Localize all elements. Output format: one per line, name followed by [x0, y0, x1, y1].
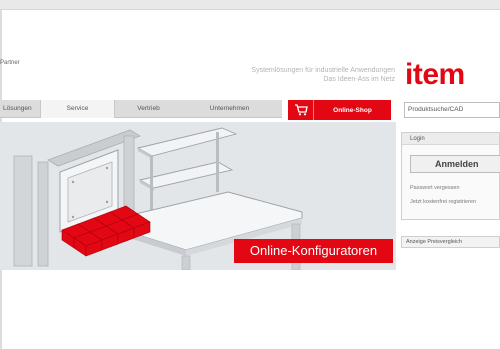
browser-top-bar — [0, 0, 500, 10]
nav-item-service[interactable]: Service — [40, 100, 115, 118]
online-shop-button[interactable]: Online-Shop — [288, 100, 391, 120]
nav-item-vertrieb[interactable]: Vertrieb — [115, 100, 182, 118]
tagline-line-2: Das Ideen-Ass im Netz — [323, 76, 395, 83]
partner-text: Partner — [0, 60, 20, 66]
online-shop-label: Online-Shop — [333, 106, 372, 114]
login-header: Login — [402, 133, 499, 145]
tagline-line-1: Systemlösungen für industrielle Anwendun… — [251, 67, 395, 74]
forgot-password-link[interactable]: Passwort vergessen — [410, 185, 460, 191]
product-search-input[interactable]: Produktsuche/CAD — [404, 102, 500, 118]
login-panel: Login Anmelden Passwort vergessen Jetzt … — [401, 132, 500, 220]
nav-item-loesungen[interactable]: Lösungen — [0, 100, 40, 118]
shopping-cart-icon — [288, 100, 314, 120]
header-tagline: Systemlösungen für industrielle Anwendun… — [205, 66, 395, 84]
main-navigation: Lösungen Service Vertrieb Unternehmen — [0, 100, 282, 118]
nav-item-unternehmen[interactable]: Unternehmen — [182, 100, 277, 118]
register-link[interactable]: Jetzt kostenfrei registrieren — [410, 199, 476, 205]
price-comparison-box[interactable]: Anzeige Preisvergleich — [401, 236, 500, 248]
login-button[interactable]: Anmelden — [410, 155, 500, 173]
online-configurators-banner[interactable]: Online-Konfiguratoren — [234, 239, 393, 263]
item-logo[interactable]: item — [405, 60, 465, 90]
hero-banner[interactable]: Online-Konfiguratoren — [0, 122, 396, 270]
